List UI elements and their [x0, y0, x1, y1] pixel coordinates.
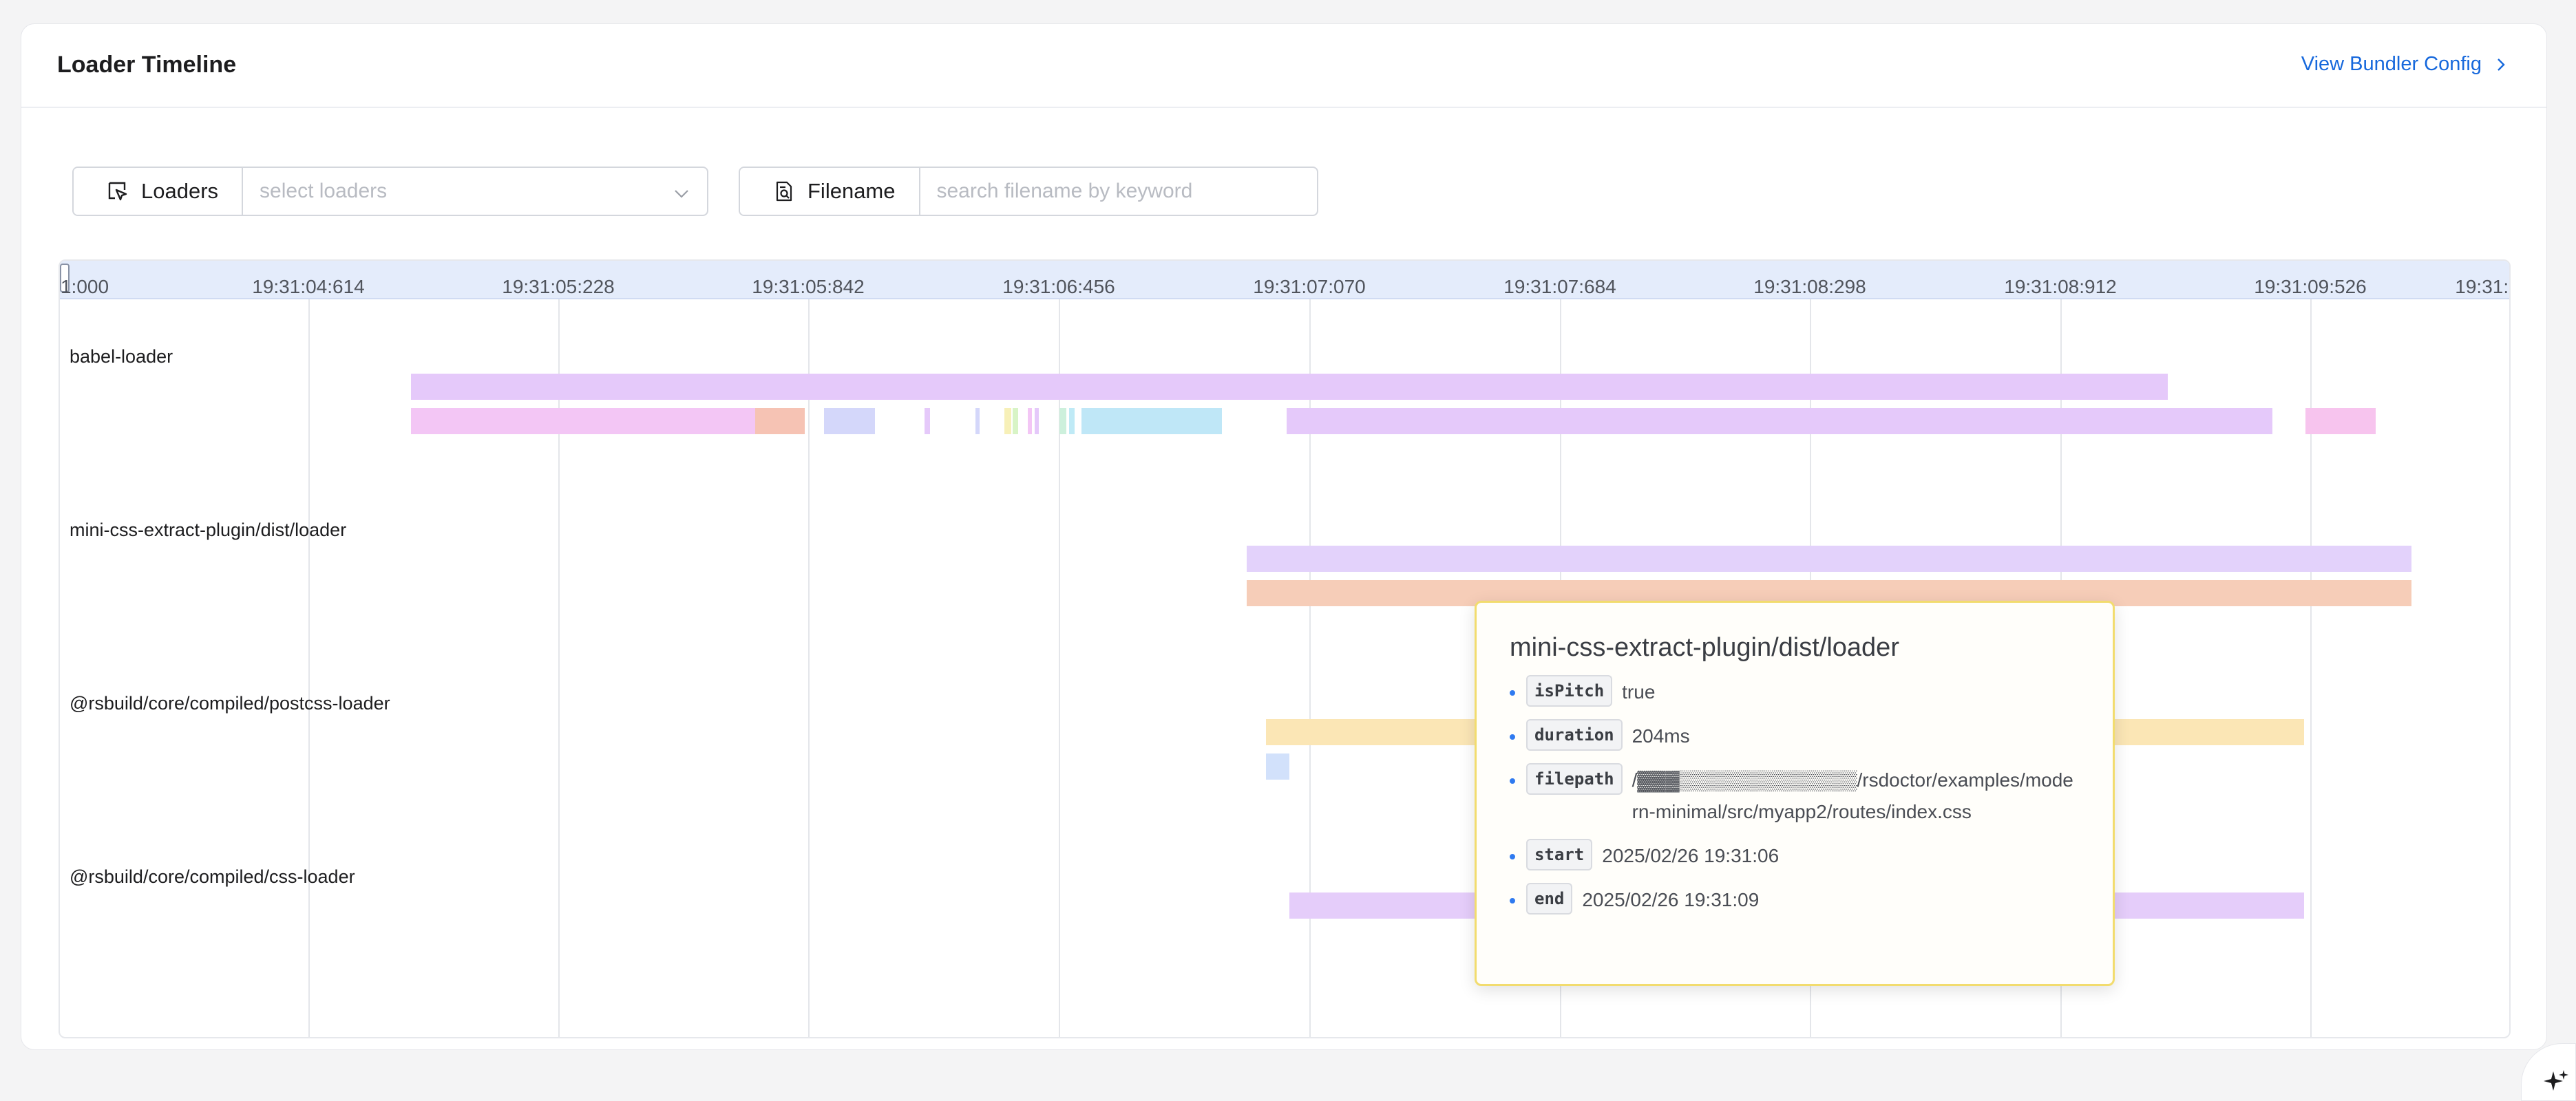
- tooltip-key: isPitch: [1526, 675, 1613, 707]
- filename-search-placeholder: search filename by keyword: [936, 180, 1193, 202]
- tooltip-value: /▓▓▓▒▒▒▒▒▒▒▒▒▒▒▒▒/rsdoctor/examples/mode…: [1632, 769, 2073, 822]
- tick-label: 19:31:06:456: [1002, 276, 1115, 297]
- timeline-bar[interactable]: [1247, 546, 2411, 572]
- tick-label: 19:31:1: [2455, 276, 2509, 297]
- timeline-bar[interactable]: [1013, 408, 1018, 434]
- timeline-bar[interactable]: [1081, 408, 1222, 434]
- timeline-bar[interactable]: [1059, 408, 1066, 434]
- timeline-bar[interactable]: [1035, 408, 1039, 434]
- cursor-select-icon: [108, 182, 127, 201]
- timeline-bar[interactable]: [824, 408, 875, 434]
- gridline: [808, 299, 810, 1037]
- tooltip-item: isPitch true: [1510, 675, 2080, 708]
- tick-label: 19:31:09:526: [2254, 276, 2367, 297]
- tick-label: 19:31:07:684: [1503, 276, 1616, 297]
- row-label-babel-loader: babel-loader: [70, 346, 173, 367]
- tick-label: 19:31:05:842: [752, 276, 865, 297]
- bullet: [1510, 778, 1515, 784]
- tick-label: 19:31:05:228: [502, 276, 615, 297]
- tick-label: 1:000: [60, 276, 109, 297]
- tick-label: 19:31:08:298: [1753, 276, 1866, 297]
- timeline-bar[interactable]: [925, 408, 930, 434]
- row-label-postcss-loader: @rsbuild/core/compiled/postcss-loader: [70, 693, 390, 714]
- loaders-addon: Loaders: [74, 168, 244, 215]
- tooltip-key: duration: [1526, 719, 1623, 751]
- chevron-right-icon: [2498, 58, 2505, 71]
- tick-label: 19:31:04:614: [252, 276, 365, 297]
- file-search-icon: [776, 181, 792, 202]
- filename-filter: Filename search filename by keyword: [739, 167, 1318, 216]
- card-header: Loader Timeline View Bundler Config: [21, 24, 2546, 108]
- chevron-down-icon: [675, 190, 688, 198]
- bullet: [1510, 898, 1515, 904]
- bullet: [1510, 690, 1515, 696]
- timeline-bar[interactable]: [1266, 753, 1289, 780]
- tooltip-title: mini-css-extract-plugin/dist/loader: [1510, 633, 1899, 662]
- loader-detail-tooltip: mini-css-extract-plugin/dist/loader isPi…: [1475, 601, 2115, 986]
- tooltip-value: 2025/02/26 19:31:06: [1602, 845, 1780, 866]
- bullet: [1510, 734, 1515, 740]
- row-label-css-loader: @rsbuild/core/compiled/css-loader: [70, 866, 355, 887]
- sparkle-icon: [2544, 1070, 2568, 1091]
- view-bundler-config-link[interactable]: View Bundler Config: [2301, 53, 2508, 76]
- bullet: [1510, 854, 1515, 859]
- timeline-bar[interactable]: [975, 408, 980, 434]
- timeline-bar[interactable]: [1028, 408, 1032, 434]
- loader-timeline-chart: 1:000 19:31:04:614 19:31:05:228 19:31:05…: [59, 259, 2511, 1038]
- filename-addon: Filename: [740, 168, 920, 215]
- tooltip-item: filepath /▓▓▓▒▒▒▒▒▒▒▒▒▒▒▒▒/rsdoctor/exam…: [1510, 763, 2080, 828]
- loaders-label: Loaders: [141, 179, 219, 203]
- loader-timeline-card: Loader Timeline View Bundler Config Load…: [21, 23, 2547, 1050]
- page-title: Loader Timeline: [57, 52, 237, 78]
- tooltip-value: true: [1622, 681, 1656, 703]
- loaders-select[interactable]: select loaders: [243, 168, 707, 215]
- tooltip-value: 204ms: [1632, 725, 1690, 747]
- timeline-bar[interactable]: [755, 408, 805, 434]
- tooltip-item: end 2025/02/26 19:31:09: [1510, 883, 2080, 916]
- tooltip-key: end: [1526, 883, 1573, 915]
- tick-label: 19:31:07:070: [1253, 276, 1366, 297]
- timeline-bar[interactable]: [1004, 408, 1011, 434]
- tooltip-item: duration 204ms: [1510, 719, 2080, 752]
- filename-search-input[interactable]: search filename by keyword: [920, 168, 1318, 215]
- timeline-bar[interactable]: [1069, 408, 1075, 434]
- filename-label: Filename: [807, 179, 896, 203]
- timeline-bar[interactable]: [411, 408, 755, 434]
- row-label-mini-css-extract-loader: mini-css-extract-plugin/dist/loader: [70, 520, 347, 540]
- loaders-filter: Loaders select loaders: [72, 167, 708, 216]
- timeline-bar[interactable]: [411, 374, 2168, 400]
- tooltip-key: filepath: [1526, 763, 1623, 795]
- tooltip-key: start: [1526, 839, 1593, 870]
- tooltip-item: start 2025/02/26 19:31:06: [1510, 839, 2080, 872]
- gridline: [308, 299, 310, 1037]
- timeline-bar[interactable]: [1287, 408, 2272, 434]
- view-bundler-config-label: View Bundler Config: [2301, 53, 2482, 75]
- tick-label: 19:31:08:912: [2004, 276, 2117, 297]
- timeline-bar[interactable]: [2305, 408, 2376, 434]
- loaders-select-placeholder: select loaders: [260, 180, 388, 202]
- tooltip-value: 2025/02/26 19:31:09: [1582, 889, 1760, 910]
- assistant-button[interactable]: [2521, 1043, 2576, 1101]
